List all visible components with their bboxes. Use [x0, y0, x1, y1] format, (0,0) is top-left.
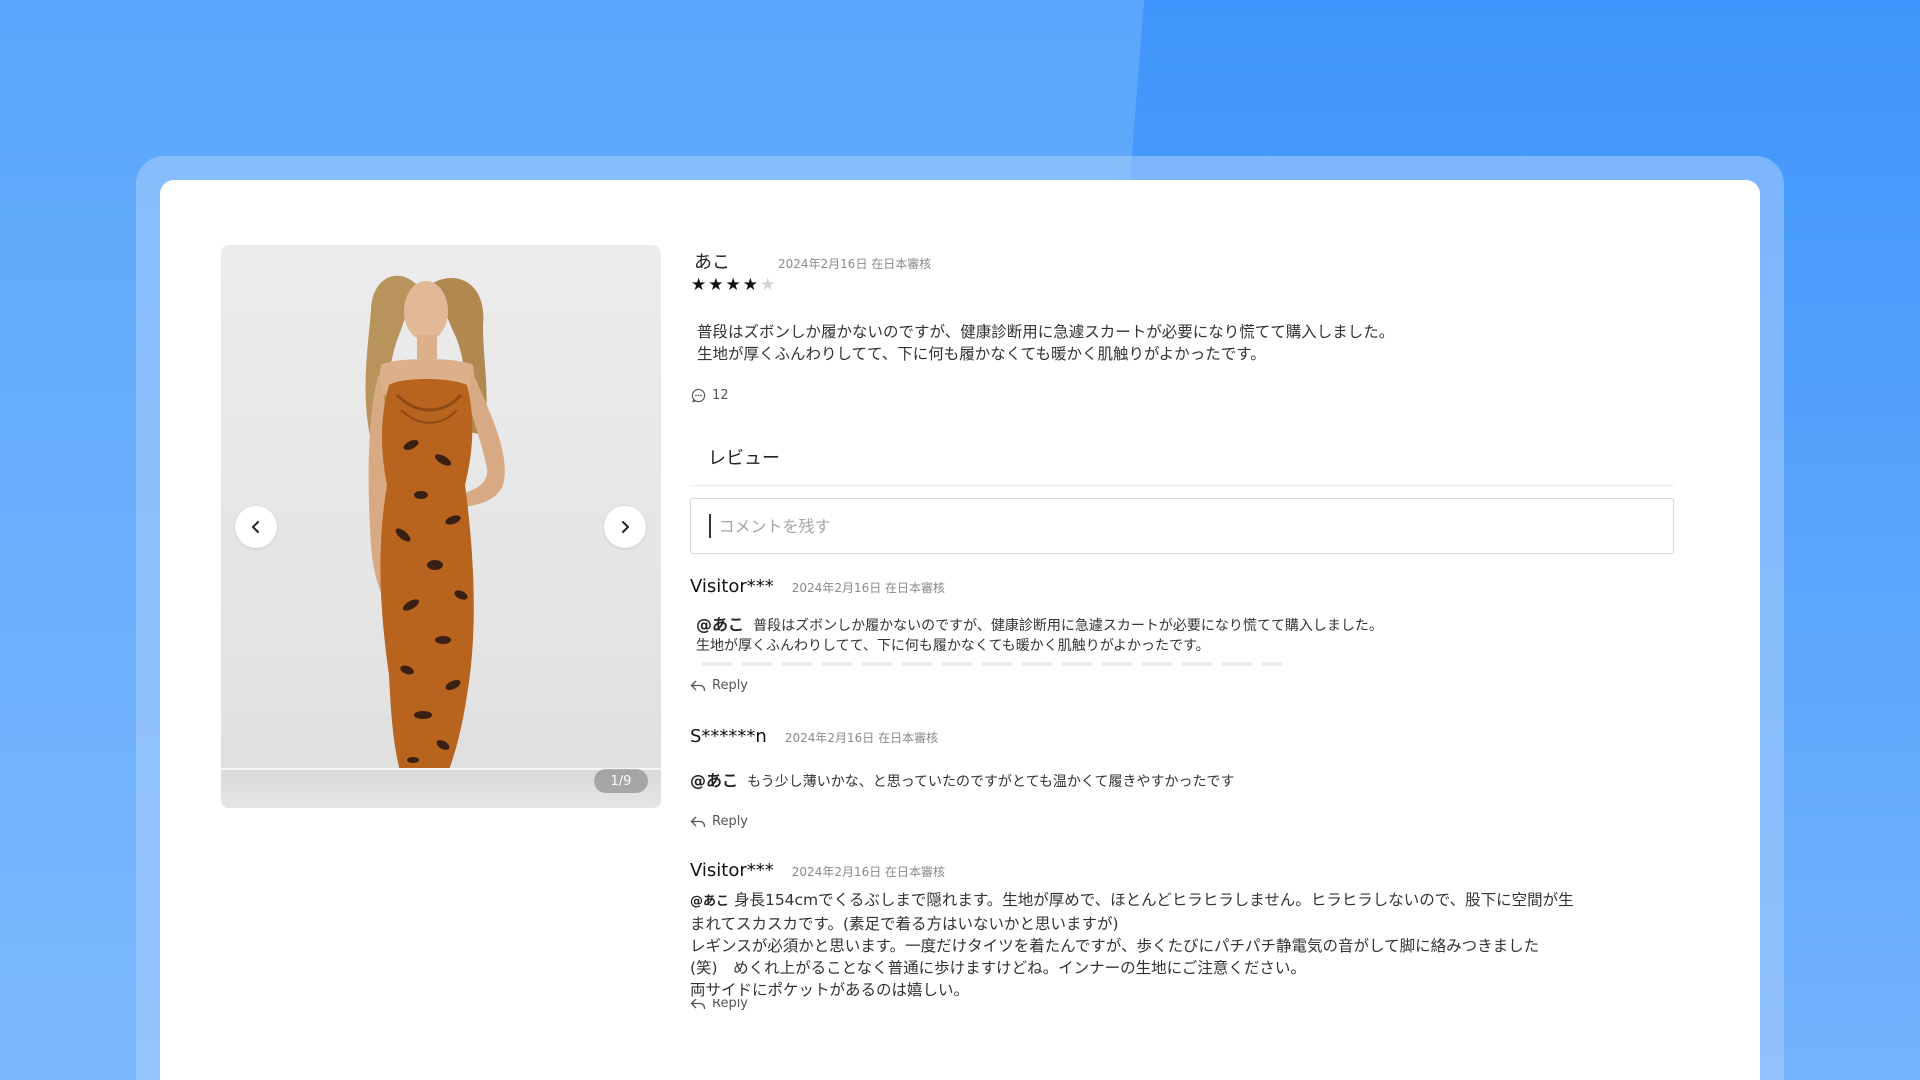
reply-button[interactable]: Reply [690, 814, 1690, 829]
reply-content: @あこ 身長154cmでくるぶしまで隠れます。生地が厚めで、ほとんどヒラヒラしま… [690, 889, 1690, 1001]
chevron-right-icon [622, 521, 629, 533]
reply-text: 普段はズボンしか履かないのですが、健康診断用に急遽スカートが必要になり慌てて購入… [753, 618, 1383, 634]
mention[interactable]: @あこ [690, 771, 738, 790]
star-rating: ★ ★ ★ ★ ★ [691, 277, 775, 294]
reply-author[interactable]: Visitor*** [690, 576, 774, 597]
star-icon: ★ [760, 275, 776, 295]
review-header: あこ 2024年2月16日 在日本審核 [694, 248, 931, 274]
next-image-button[interactable] [604, 506, 646, 548]
reply-text: 生地が厚くふんわりしてて、下に何も履かなくても暖かく肌触りがよかったです。 [696, 638, 1210, 654]
star-icon: ★ [742, 275, 758, 295]
reply-text: 身長154cmでくるぶしまで隠れます。生地が厚めで、ほとんどヒラヒラしません。ヒ… [733, 891, 1574, 909]
text-caret [709, 514, 711, 538]
reply-text: レギンスが必須かと思います。一度だけタイツを着たんですが、歩くたびにパチパチ静電… [690, 937, 1540, 955]
mention[interactable]: @あこ [696, 615, 744, 634]
reply-text: 両サイドにポケットがあるのは嬉しい。 [690, 981, 970, 999]
reply-author[interactable]: S******n [690, 726, 767, 747]
reply-item: S******n 2024年2月16日 在日本審核 @あこ もう少し薄いかな、と… [690, 726, 1690, 829]
reply-content: @あこ もう少し薄いかな、と思っていたのですがとても温かくて履きやすかったです [690, 767, 1690, 792]
star-icon: ★ [691, 275, 707, 295]
section-divider [690, 485, 1674, 486]
reply-label: Reply [712, 999, 749, 1011]
comment-input-box[interactable] [690, 498, 1674, 554]
reply-date: 2024年2月16日 在日本審核 [784, 731, 939, 745]
review-body: 普段はズボンしか履かないのですが、健康診断用に急遽スカートが必要になり慌てて購入… [697, 323, 1395, 363]
prev-image-button[interactable] [235, 506, 277, 548]
star-icon: ★ [725, 275, 741, 295]
product-photo [365, 275, 505, 789]
reply-author[interactable]: Visitor*** [690, 860, 774, 881]
truncated-text [702, 662, 1282, 666]
reply-item: Visitor*** 2024年2月16日 在日本審核 @あこ 普段はズボンしか… [690, 576, 1690, 693]
review-card: 1/9 あこ 2024年2月16日 在日本審核 ★ ★ ★ ★ ★ 普段はズボンしか履か… [160, 180, 1760, 1080]
mention[interactable]: @あこ [690, 894, 729, 909]
reply-header: S******n 2024年2月16日 在日本審核 [690, 726, 1690, 747]
star-icon: ★ [708, 275, 724, 295]
reply-button[interactable]: Reply [690, 678, 1690, 693]
reply-item: Visitor*** 2024年2月16日 在日本審核 @あこ 身長154cmで… [690, 860, 1690, 1011]
reply-text: (笑) めくれ上がることなく普通に歩けますけどね。インナーの生地にご注意ください… [690, 959, 1306, 977]
reply-date: 2024年2月16日 在日本審核 [791, 865, 946, 879]
comment-count: 12 [712, 388, 729, 403]
reply-header: Visitor*** 2024年2月16日 在日本審核 [690, 860, 1690, 881]
reply-date: 2024年2月16日 在日本審核 [791, 581, 946, 595]
chevron-left-icon [252, 521, 259, 533]
reply-label: Reply [712, 814, 749, 829]
review-author[interactable]: あこ [694, 248, 730, 274]
comment-count-button[interactable]: 12 [691, 388, 729, 403]
reply-text: もう少し薄いかな、と思っていたのですがとても温かくて履きやすかったです [747, 774, 1235, 790]
comments-section-title: レビュー [708, 448, 780, 469]
product-image-gallery[interactable]: 1/9 [221, 245, 661, 808]
reply-label: Reply [712, 678, 749, 693]
review-date: 2024年2月16日 在日本審核 [778, 257, 932, 271]
reply-text: まれてスカスカです。(素足で着る方はいないかと思いますが) [690, 915, 1119, 933]
comment-bubble-icon [691, 388, 706, 403]
reply-content: @あこ 普段はズボンしか履かないのですが、健康診断用に急遽スカートが必要になり慌… [696, 611, 1690, 666]
reply-header: Visitor*** 2024年2月16日 在日本審核 [690, 576, 1690, 597]
reply-arrow-icon [690, 680, 706, 691]
comment-input[interactable] [718, 516, 1619, 536]
reply-arrow-icon [690, 816, 706, 827]
image-counter: 1/9 [594, 769, 648, 793]
reply-arrow-icon [690, 999, 706, 1010]
